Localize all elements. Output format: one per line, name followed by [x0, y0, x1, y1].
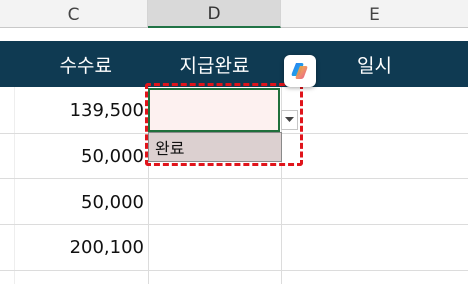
copilot-button[interactable]	[284, 55, 316, 87]
table-header-row: 수수료 지급완료 일시	[0, 41, 468, 87]
header-date-label: 일시	[357, 54, 392, 77]
copilot-icon	[291, 63, 308, 79]
column-label-d: D	[207, 4, 221, 24]
column-label-e: E	[369, 5, 380, 25]
fee-cell-4[interactable]: 200,100	[4, 237, 144, 258]
column-header-e[interactable]: E	[281, 0, 468, 28]
row-gap	[0, 28, 468, 41]
header-fee-label: 수수료	[59, 54, 112, 77]
fee-cell-2[interactable]: 50,000	[4, 146, 144, 167]
column-label-c: C	[67, 5, 80, 25]
grid-line	[0, 224, 468, 225]
grid-line	[0, 270, 468, 271]
header-cell-fee[interactable]: 수수료	[0, 41, 148, 87]
column-header-c[interactable]: C	[0, 0, 148, 28]
fee-cell-3[interactable]: 50,000	[4, 192, 144, 213]
header-payment-status-label: 지급완료	[179, 54, 250, 77]
highlight-annotation	[145, 83, 303, 166]
header-cell-payment-status[interactable]: 지급완료	[148, 41, 281, 87]
grid-line	[0, 178, 468, 179]
column-header-d[interactable]: D	[148, 0, 281, 28]
fee-cell-1[interactable]: 139,500	[4, 100, 144, 121]
